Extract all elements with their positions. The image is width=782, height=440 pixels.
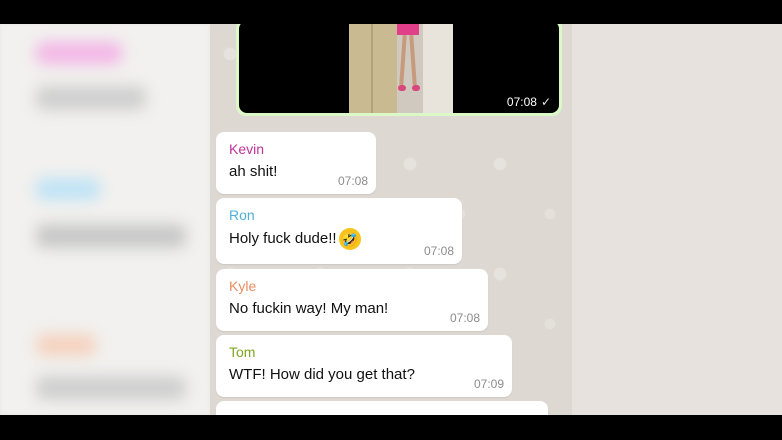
incoming-message[interactable]: Kevin ah shit! 07:08 — [216, 132, 376, 194]
check-icon: ✓ — [540, 95, 551, 109]
blurred-row — [36, 224, 186, 248]
room-wall — [423, 24, 453, 113]
incoming-message[interactable]: Ron Holy fuck dude!! 🤣 07:08 — [216, 198, 462, 264]
incoming-message[interactable]: Tom WTF! How did you get that? 07:09 — [216, 335, 512, 397]
incoming-message-partial[interactable] — [216, 401, 548, 415]
message-time: 07:08 — [423, 244, 454, 258]
screen-recording: 07:08 ✓ Kevin ah shit! 07:08 Ron Holy fuc… — [0, 24, 782, 415]
chat-conversation[interactable]: 07:08 ✓ Kevin ah shit! 07:08 Ron Holy fuc… — [210, 24, 572, 415]
pink-dress — [397, 24, 419, 35]
pink-shoe — [412, 85, 420, 91]
message-text-row: Holy fuck dude!! 🤣 — [229, 228, 449, 250]
message-time: 07:09 — [473, 377, 504, 391]
blurred-row — [36, 376, 186, 400]
outgoing-media-message[interactable]: 07:08 ✓ — [236, 24, 562, 116]
video-thumbnail[interactable]: 07:08 ✓ — [239, 24, 559, 113]
blurred-row — [36, 42, 122, 64]
room-divider — [349, 24, 397, 113]
message-time: 07:08 — [449, 311, 480, 325]
leg — [409, 34, 417, 86]
blurred-row — [36, 86, 146, 110]
photo-preview — [349, 24, 453, 113]
pink-shoe — [398, 85, 406, 91]
sender-name[interactable]: Tom — [229, 343, 499, 361]
rofl-emoji-icon: 🤣 — [338, 228, 361, 250]
message-time-text: 07:08 — [506, 95, 537, 109]
leg — [399, 34, 407, 86]
blurred-row — [36, 178, 100, 200]
blurred-row — [36, 334, 96, 356]
sender-name[interactable]: Ron — [229, 206, 449, 224]
sender-name[interactable]: Kevin — [229, 140, 363, 158]
blurred-background — [572, 24, 782, 415]
message-time: 07:08 ✓ — [507, 95, 551, 109]
incoming-message[interactable]: Kyle No fuckin way! My man! 07:08 — [216, 269, 488, 331]
blurred-chat-list — [0, 24, 210, 415]
message-text: WTF! How did you get that? — [229, 366, 415, 383]
sender-name[interactable]: Kyle — [229, 277, 475, 295]
message-text: Holy fuck dude!! — [229, 229, 337, 247]
message-time: 07:08 — [337, 174, 368, 188]
message-text: No fuckin way! My man! — [229, 300, 389, 317]
